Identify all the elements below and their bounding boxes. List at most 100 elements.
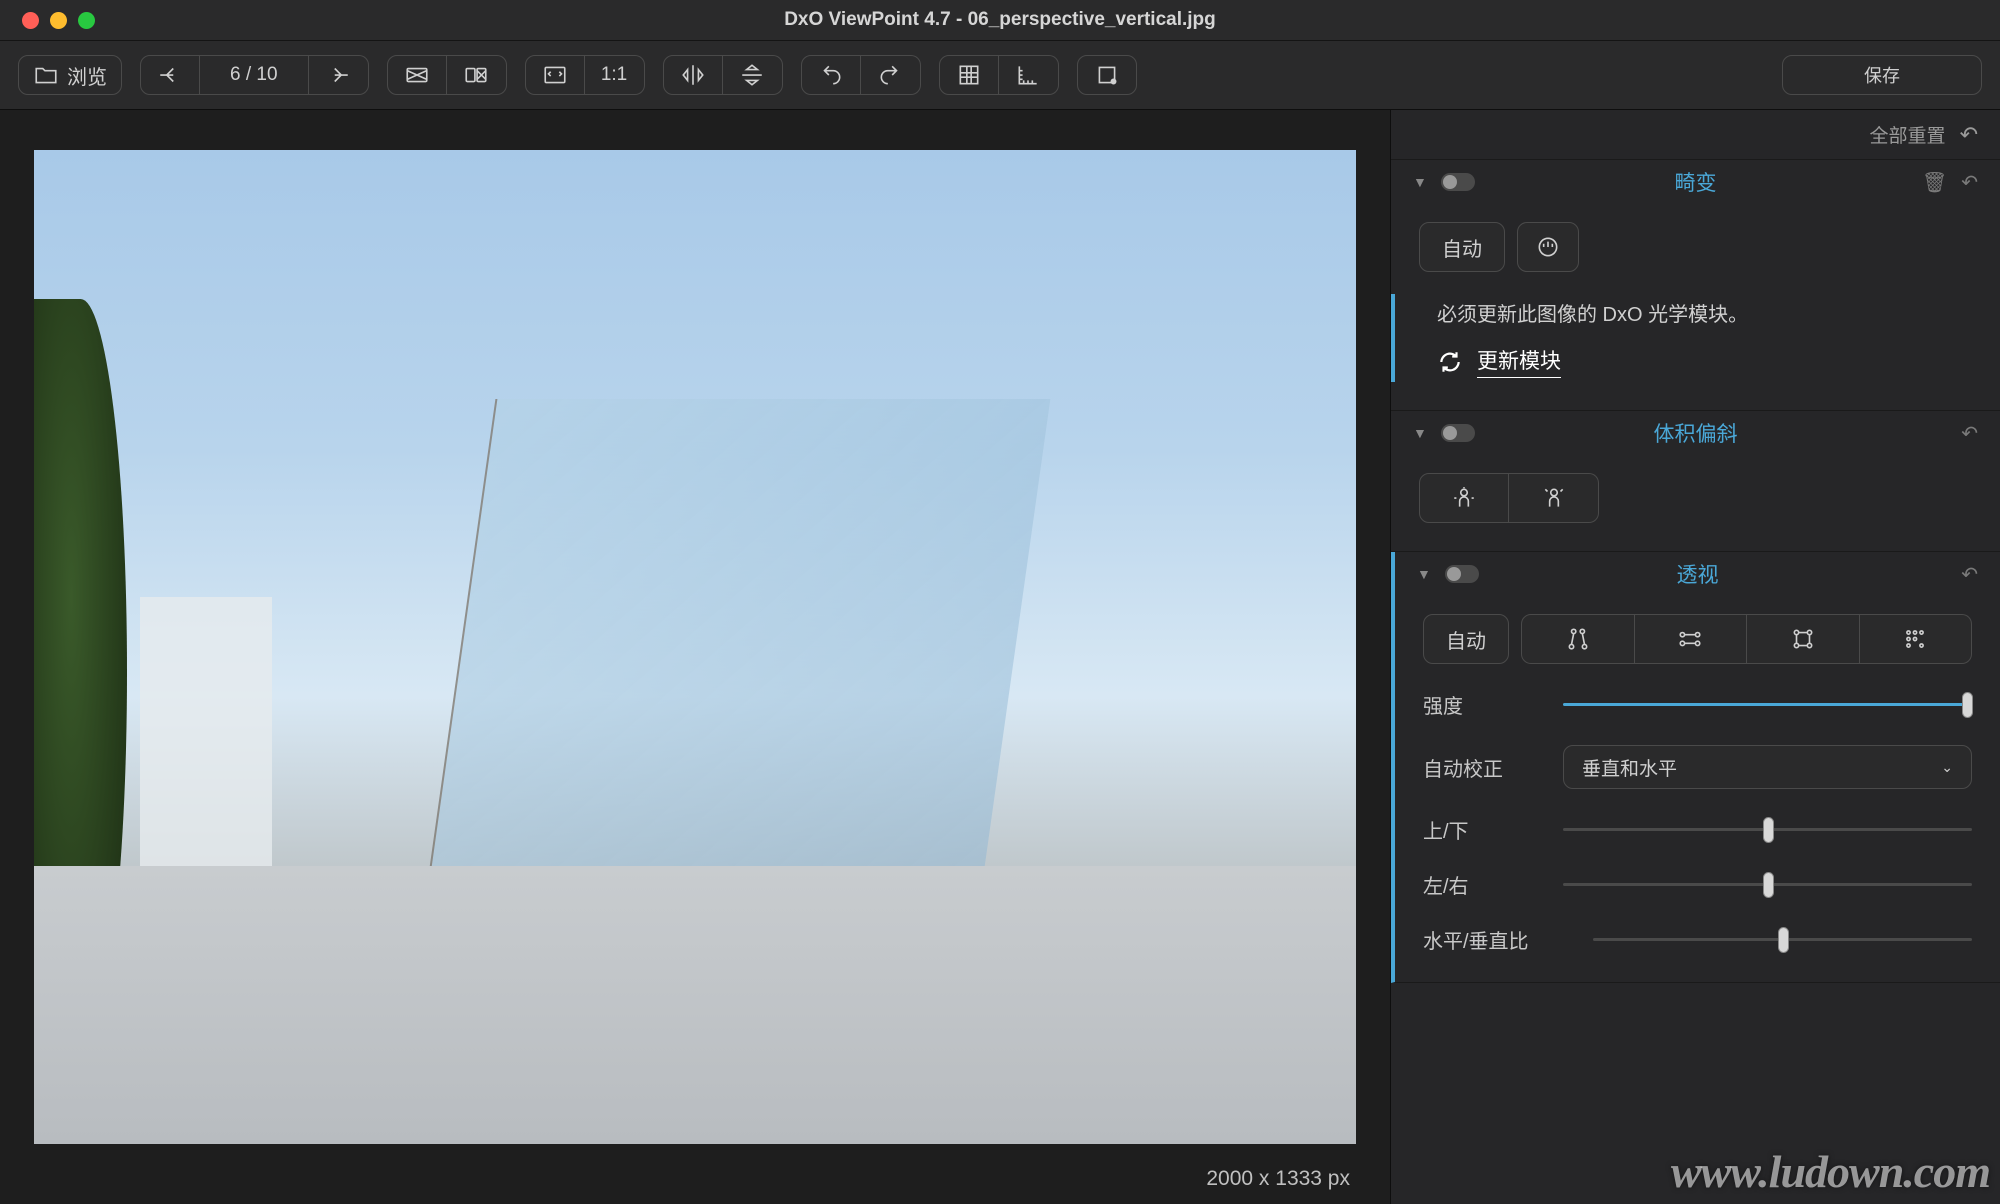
panel-volume-toggle[interactable]	[1441, 424, 1475, 442]
reset-all-button[interactable]: 全部重置	[1870, 121, 1946, 148]
perspective-rectangle-tool[interactable]	[1747, 614, 1860, 664]
browse-label: 浏览	[67, 61, 107, 90]
flip-vertical-button[interactable]	[723, 55, 783, 95]
chevron-down-icon: ▼	[1413, 174, 1427, 190]
undo-icon[interactable]: ↶	[1961, 170, 1978, 195]
perspective-8point-tool[interactable]	[1860, 614, 1973, 664]
tool-h-icon	[1677, 626, 1703, 652]
toolbar: 浏览 6 / 10 1:1 保存	[0, 41, 2000, 110]
auto-correct-label: 自动校正	[1423, 753, 1563, 782]
notice-text: 必须更新此图像的 DxO 光学模块。	[1437, 298, 1972, 327]
rotate-group	[801, 55, 921, 95]
intensity-label: 强度	[1423, 690, 1563, 719]
rotate-right-button[interactable]	[861, 55, 921, 95]
distortion-module-button[interactable]	[1517, 222, 1579, 272]
refresh-icon	[1437, 349, 1463, 375]
prev-image-button[interactable]	[140, 55, 200, 95]
left-right-label: 左/右	[1423, 870, 1563, 899]
panel-volume: ▼ 体积偏斜 ↶	[1391, 411, 2000, 552]
grid-icon	[956, 62, 982, 88]
perspective-vertical-tool[interactable]	[1521, 614, 1635, 664]
up-down-slider[interactable]	[1563, 820, 1972, 840]
preview-image	[34, 150, 1356, 1144]
trash-icon[interactable]: 🗑	[1922, 170, 1947, 195]
panel-perspective: ▼ 透视 ↶ 自动 强度	[1391, 552, 2000, 983]
up-down-label: 上/下	[1423, 815, 1563, 844]
ruler-icon	[1015, 62, 1041, 88]
rotate-left-button[interactable]	[801, 55, 861, 95]
window-controls	[22, 12, 95, 29]
panel-distortion-header[interactable]: ▼ 畸变 🗑 ↶	[1391, 160, 2000, 204]
chevron-down-icon: ▼	[1413, 425, 1427, 441]
distortion-auto-button[interactable]: 自动	[1419, 222, 1505, 272]
panel-perspective-toggle[interactable]	[1445, 565, 1479, 583]
panel-volume-header[interactable]: ▼ 体积偏斜 ↶	[1391, 411, 2000, 455]
nav-group: 6 / 10	[140, 55, 369, 95]
maximize-window-button[interactable]	[78, 12, 95, 29]
grid-group	[939, 55, 1059, 95]
panel-distortion-title: 畸变	[1391, 167, 2000, 197]
compare-icon	[404, 62, 430, 88]
compare-split-button[interactable]	[447, 55, 507, 95]
status-bar: 2000 x 1333 px	[0, 1154, 1390, 1204]
undo-icon[interactable]: ↶	[1960, 122, 1978, 148]
watermark: www.ludown.com	[1671, 1145, 1990, 1198]
minimize-window-button[interactable]	[50, 12, 67, 29]
viewer: 2000 x 1333 px	[0, 110, 1390, 1204]
rotate-right-icon	[877, 62, 903, 88]
flip-horizontal-button[interactable]	[663, 55, 723, 95]
tool-rect-icon	[1790, 626, 1816, 652]
lens-icon	[1535, 234, 1561, 260]
crop-button[interactable]	[1077, 55, 1137, 95]
chevron-down-icon: ⌄	[1941, 759, 1953, 776]
arrow-left-icon	[157, 62, 183, 88]
zoom-fit-button[interactable]	[525, 55, 585, 95]
volume-diagonal-button[interactable]	[1509, 473, 1599, 523]
main-area: 2000 x 1333 px 全部重置 ↶ ▼ 畸变 🗑 ↶ 自动	[0, 110, 2000, 1204]
panel-perspective-title: 透视	[1395, 559, 2000, 589]
zoom-1to1-button[interactable]: 1:1	[585, 55, 645, 95]
grid-button[interactable]	[939, 55, 999, 95]
crop-icon	[1094, 62, 1120, 88]
folder-icon	[33, 62, 59, 88]
panel-distortion-toggle[interactable]	[1441, 173, 1475, 191]
update-module-button[interactable]: 更新模块	[1437, 345, 1972, 378]
undo-icon[interactable]: ↶	[1961, 562, 1978, 587]
perspective-horizontal-tool[interactable]	[1635, 614, 1748, 664]
panel-volume-title: 体积偏斜	[1391, 418, 2000, 448]
split-icon	[463, 62, 489, 88]
image-dimensions: 2000 x 1333 px	[1206, 1167, 1350, 1191]
panel-perspective-header[interactable]: ▼ 透视 ↶	[1395, 552, 2000, 596]
perspective-auto-button[interactable]: 自动	[1423, 614, 1509, 664]
flip-group	[663, 55, 783, 95]
fit-icon	[542, 62, 568, 88]
hv-ratio-label: 水平/垂直比	[1423, 925, 1593, 954]
perspective-tool-segment	[1521, 614, 1972, 664]
intensity-slider[interactable]	[1563, 695, 1972, 715]
ruler-button[interactable]	[999, 55, 1059, 95]
image-area[interactable]	[0, 110, 1390, 1154]
distortion-notice: 必须更新此图像的 DxO 光学模块。 更新模块	[1391, 294, 1972, 382]
tool-8p-icon	[1902, 626, 1928, 652]
image-counter: 6 / 10	[200, 55, 309, 95]
hv-ratio-slider[interactable]	[1593, 930, 1972, 950]
window-title: DxO ViewPoint 4.7 - 06_perspective_verti…	[0, 9, 2000, 31]
compare-group	[387, 55, 507, 95]
auto-correct-select[interactable]: 垂直和水平 ⌄	[1563, 745, 1972, 789]
volume-horizontal-button[interactable]	[1419, 473, 1509, 523]
compare-single-button[interactable]	[387, 55, 447, 95]
flip-v-icon	[739, 62, 765, 88]
panel-distortion: ▼ 畸变 🗑 ↶ 自动 必须更新此图像的 DxO 光学模块。	[1391, 160, 2000, 411]
tool-v-icon	[1565, 626, 1591, 652]
close-window-button[interactable]	[22, 12, 39, 29]
undo-icon[interactable]: ↶	[1961, 421, 1978, 446]
browse-button[interactable]: 浏览	[18, 55, 122, 95]
flip-h-icon	[680, 62, 706, 88]
left-right-slider[interactable]	[1563, 875, 1972, 895]
save-button[interactable]: 保存	[1782, 55, 1982, 95]
rotate-left-icon	[818, 62, 844, 88]
sidebar-top: 全部重置 ↶	[1391, 110, 2000, 160]
person-h-icon	[1451, 485, 1477, 511]
person-d-icon	[1541, 485, 1567, 511]
next-image-button[interactable]	[309, 55, 369, 95]
